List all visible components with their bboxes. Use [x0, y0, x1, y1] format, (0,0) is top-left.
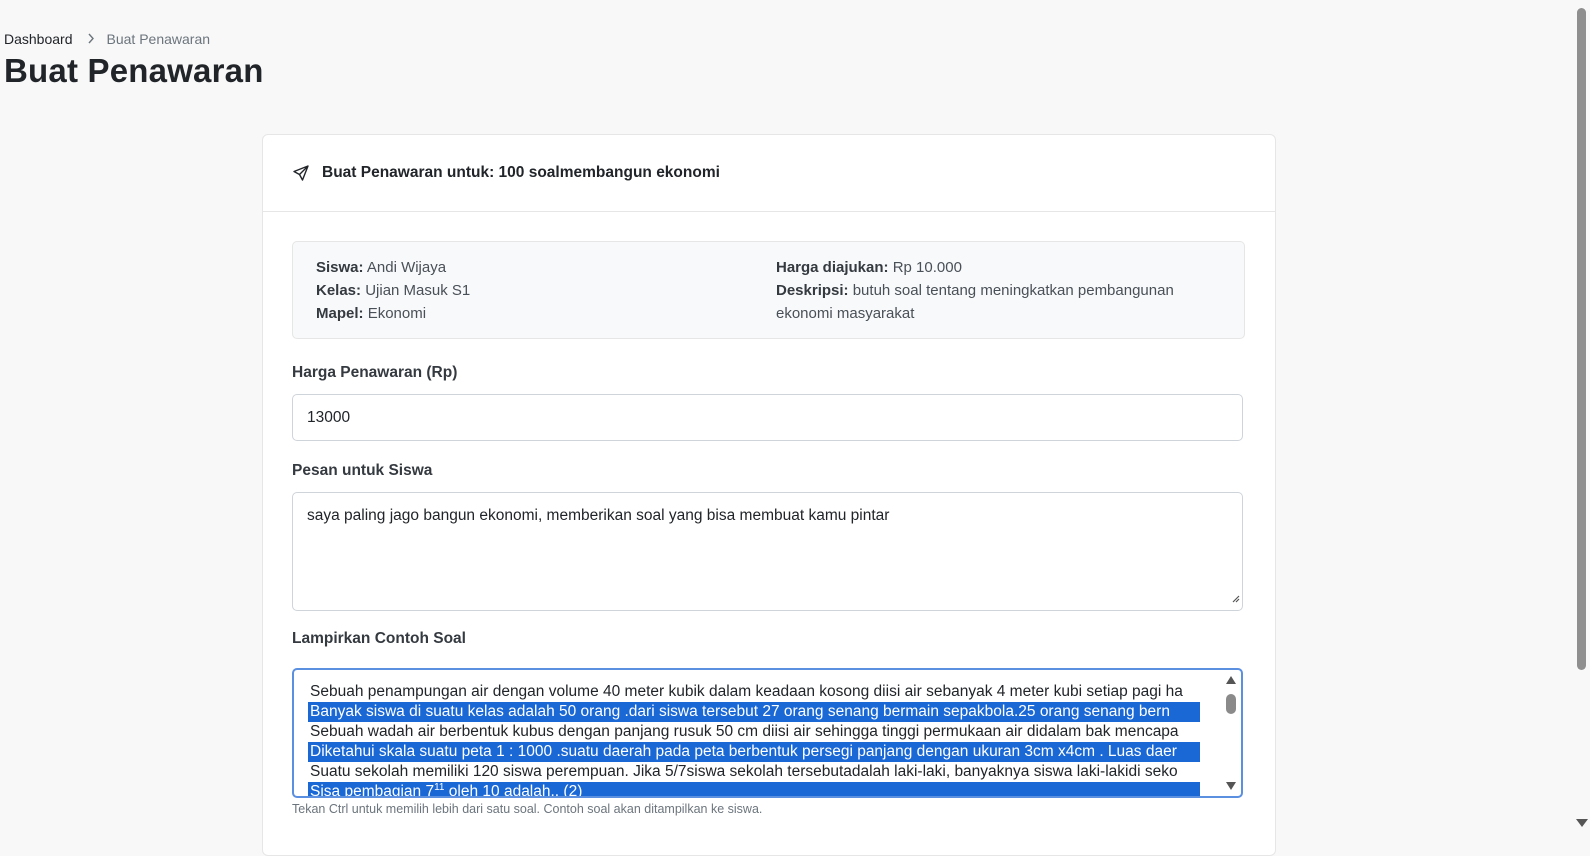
lampiran-help-text: Tekan Ctrl untuk memilih lebih dari satu… — [292, 802, 763, 816]
chevron-right-icon — [87, 31, 95, 47]
pesan-label: Pesan untuk Siswa — [292, 462, 433, 479]
resize-handle-icon[interactable] — [1230, 590, 1240, 608]
page-scroll-down-arrow-icon[interactable] — [1576, 819, 1588, 827]
soal-option-selected[interactable]: Diketahui skala suatu peta 1 : 1000 .sua… — [308, 742, 1200, 762]
lampiran-label: Lampirkan Contoh Soal — [292, 630, 466, 647]
harga-penawaran-input[interactable]: 13000 — [292, 394, 1243, 441]
send-icon — [293, 165, 309, 181]
soal-option[interactable]: Sebuah wadah air berbentuk kubus dengan … — [308, 722, 1223, 742]
request-info-right: Harga diajukan: Rp 10.000 Deskripsi: but… — [776, 256, 1221, 325]
multiselect-scrollbar[interactable] — [1223, 672, 1239, 796]
page-scroll-thumb[interactable] — [1577, 8, 1586, 670]
multiselect-scroll-thumb[interactable] — [1226, 694, 1236, 714]
soal-option-selected[interactable]: Sisa pembagian 711 oleh 10 adalah.. (2) — [308, 782, 1200, 796]
info-kelas: Kelas: Ujian Masuk S1 — [316, 282, 471, 299]
contoh-soal-options: Sebuah penampungan air dengan volume 40 … — [308, 670, 1223, 796]
breadcrumb-dashboard-link[interactable]: Dashboard — [4, 31, 73, 47]
harga-penawaran-label: Harga Penawaran (Rp) — [292, 364, 458, 381]
request-info-box: Siswa: Andi Wijaya Kelas: Ujian Masuk S1… — [292, 241, 1245, 339]
card-header-title: Buat Penawaran untuk: 100 soalmembangun … — [322, 164, 720, 181]
offer-card: Buat Penawaran untuk: 100 soalmembangun … — [262, 134, 1276, 856]
contoh-soal-multiselect[interactable]: Sebuah penampungan air dengan volume 40 … — [292, 668, 1243, 798]
request-info-left: Siswa: Andi Wijaya Kelas: Ujian Masuk S1… — [316, 256, 470, 325]
breadcrumb-current: Buat Penawaran — [106, 31, 211, 47]
scroll-up-arrow-icon[interactable] — [1226, 676, 1236, 684]
soal-option-selected[interactable]: Banyak siswa di suatu kelas adalah 50 or… — [308, 702, 1200, 722]
info-deskripsi: Deskripsi: butuh soal tentang meningkatk… — [776, 282, 1174, 322]
info-harga: Harga diajukan: Rp 10.000 — [776, 259, 962, 276]
soal-option[interactable]: Suatu sekolah memiliki 120 siswa perempu… — [308, 762, 1223, 782]
page-scrollbar[interactable] — [1573, 0, 1590, 833]
card-header: Buat Penawaran untuk: 100 soalmembangun … — [263, 135, 1275, 212]
soal-option-partial[interactable] — [308, 670, 1223, 682]
breadcrumb: Dashboard Buat Penawaran — [4, 31, 210, 47]
pesan-text: saya paling jago bangun ekonomi, memberi… — [307, 507, 890, 524]
page-title: Buat Penawaran — [4, 52, 264, 89]
scroll-down-arrow-icon[interactable] — [1226, 782, 1236, 790]
info-siswa: Siswa: Andi Wijaya — [316, 259, 447, 276]
pesan-textarea[interactable]: saya paling jago bangun ekonomi, memberi… — [292, 492, 1243, 611]
info-mapel: Mapel: Ekonomi — [316, 305, 427, 322]
soal-option[interactable]: Sebuah penampungan air dengan volume 40 … — [308, 682, 1223, 702]
